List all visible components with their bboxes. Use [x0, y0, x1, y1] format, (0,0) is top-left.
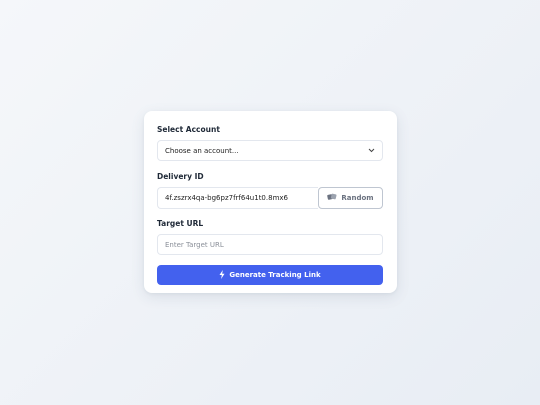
tracking-link-form-card: Select Account Choose an account... Deli…	[144, 111, 397, 293]
random-button-label: Random	[341, 194, 374, 202]
account-select[interactable]: Choose an account...	[157, 140, 383, 161]
delivery-id-input[interactable]: 4f.zszrx4qa-bg6pz7frf64u1t0.8mx6	[157, 187, 318, 209]
target-url-input[interactable]: Enter Target URL	[157, 234, 383, 255]
lightning-bolt-icon	[219, 269, 225, 281]
target-url-label: Target URL	[157, 219, 204, 228]
delivery-id-row: 4f.zszrx4qa-bg6pz7frf64u1t0.8mx6 Random	[157, 187, 383, 209]
delivery-id-label: Delivery ID	[157, 172, 204, 181]
generate-button-label: Generate Tracking Link	[229, 271, 321, 279]
dice-icon	[327, 193, 337, 203]
chevron-down-icon	[368, 148, 375, 153]
generate-tracking-link-button[interactable]: Generate Tracking Link	[157, 265, 383, 285]
random-button[interactable]: Random	[318, 187, 383, 209]
account-select-value: Choose an account...	[165, 146, 239, 155]
select-account-label: Select Account	[157, 125, 220, 134]
